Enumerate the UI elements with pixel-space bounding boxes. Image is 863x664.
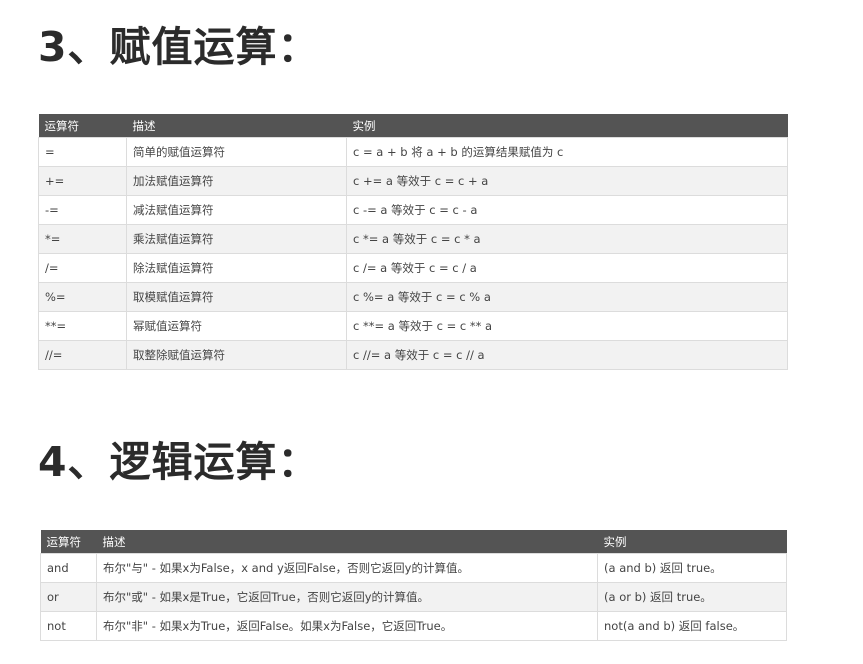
description-cell: 取整除赋值运算符 (126, 340, 347, 370)
example-cell: c /= a 等效于 c = c / a (346, 253, 788, 283)
column-header-example: 实例 (346, 114, 788, 138)
example-cell: c **= a 等效于 c = c ** a (346, 311, 788, 341)
table-row: -= 减法赋值运算符 c -= a 等效于 c = c - a (38, 195, 788, 225)
example-cell: c += a 等效于 c = c + a (346, 166, 788, 196)
table-row: += 加法赋值运算符 c += a 等效于 c = c + a (38, 166, 788, 196)
table-row: %= 取模赋值运算符 c %= a 等效于 c = c % a (38, 282, 788, 312)
example-cell: c *= a 等效于 c = c * a (346, 224, 788, 254)
example-cell: c = a + b 将 a + b 的运算结果赋值为 c (346, 137, 788, 167)
column-header-operator: 运算符 (38, 114, 127, 138)
operator-cell: //= (38, 340, 127, 370)
table-row: = 简单的赋值运算符 c = a + b 将 a + b 的运算结果赋值为 c (38, 137, 788, 167)
column-header-operator: 运算符 (40, 530, 97, 554)
operator-cell: or (40, 582, 97, 612)
operator-cell: **= (38, 311, 127, 341)
operator-cell: += (38, 166, 127, 196)
description-cell: 乘法赋值运算符 (126, 224, 347, 254)
assignment-heading: 3、赋值运算： (38, 23, 320, 71)
operator-cell: = (38, 137, 127, 167)
example-cell: c -= a 等效于 c = c - a (346, 195, 788, 225)
operator-cell: /= (38, 253, 127, 283)
column-header-example: 实例 (597, 530, 787, 554)
description-cell: 减法赋值运算符 (126, 195, 347, 225)
operator-cell: %= (38, 282, 127, 312)
table-row: and 布尔"与" - 如果x为False，x and y返回False，否则它… (40, 553, 787, 583)
table-row: or 布尔"或" - 如果x是True，它返回True，否则它返回y的计算值。 … (40, 582, 787, 612)
table-row: /= 除法赋值运算符 c /= a 等效于 c = c / a (38, 253, 788, 283)
example-cell: not(a and b) 返回 false。 (597, 611, 787, 641)
column-header-description: 描述 (96, 530, 598, 554)
logical-heading: 4、逻辑运算： (38, 438, 320, 486)
example-cell: (a or b) 返回 true。 (597, 582, 787, 612)
description-cell: 简单的赋值运算符 (126, 137, 347, 167)
table-row: not 布尔"非" - 如果x为True，返回False。如果x为False，它… (40, 611, 787, 641)
table-row: //= 取整除赋值运算符 c //= a 等效于 c = c // a (38, 340, 788, 370)
column-header-description: 描述 (126, 114, 347, 138)
example-cell: c %= a 等效于 c = c % a (346, 282, 788, 312)
table-row: *= 乘法赋值运算符 c *= a 等效于 c = c * a (38, 224, 788, 254)
example-cell: (a and b) 返回 true。 (597, 553, 787, 583)
logical-operators-table: 运算符 描述 实例 and 布尔"与" - 如果x为False，x and y返… (40, 530, 787, 641)
description-cell: 布尔"与" - 如果x为False，x and y返回False，否则它返回y的… (96, 553, 598, 583)
description-cell: 加法赋值运算符 (126, 166, 347, 196)
table-header-row: 运算符 描述 实例 (38, 114, 788, 138)
operator-cell: *= (38, 224, 127, 254)
operator-cell: and (40, 553, 97, 583)
example-cell: c //= a 等效于 c = c // a (346, 340, 788, 370)
assignment-operators-table: 运算符 描述 实例 = 简单的赋值运算符 c = a + b 将 a + b 的… (38, 114, 788, 370)
description-cell: 幂赋值运算符 (126, 311, 347, 341)
description-cell: 布尔"非" - 如果x为True，返回False。如果x为False，它返回Tr… (96, 611, 598, 641)
operator-cell: -= (38, 195, 127, 225)
description-cell: 布尔"或" - 如果x是True，它返回True，否则它返回y的计算值。 (96, 582, 598, 612)
description-cell: 取模赋值运算符 (126, 282, 347, 312)
operator-cell: not (40, 611, 97, 641)
table-row: **= 幂赋值运算符 c **= a 等效于 c = c ** a (38, 311, 788, 341)
table-header-row: 运算符 描述 实例 (40, 530, 787, 554)
description-cell: 除法赋值运算符 (126, 253, 347, 283)
